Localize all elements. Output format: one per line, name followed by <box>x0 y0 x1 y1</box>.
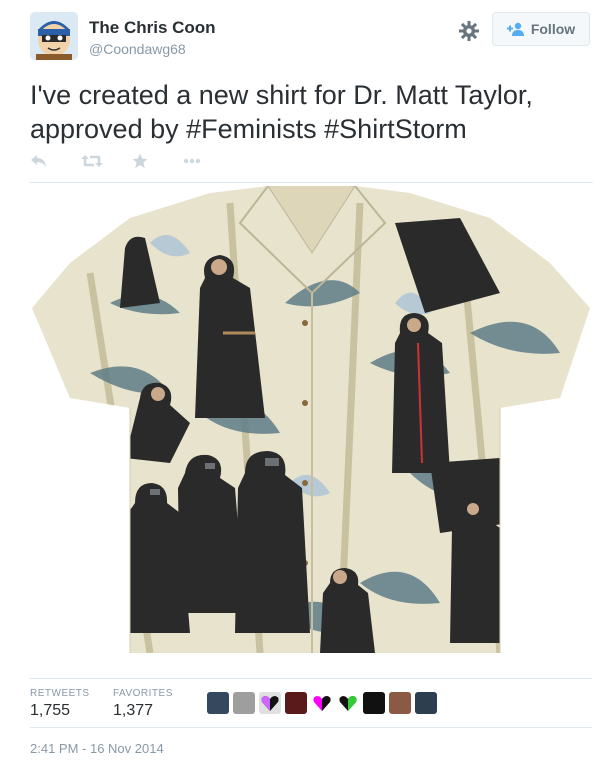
favorites-count: 1,377 <box>113 702 154 719</box>
display-name[interactable]: The Chris Coon <box>89 18 216 38</box>
tweet-photo[interactable] <box>30 182 593 660</box>
follow-button[interactable]: Follow <box>492 12 590 46</box>
timestamp[interactable]: 2:41 PM - 16 Nov 2014 <box>30 741 164 756</box>
user-avatar[interactable] <box>207 692 229 714</box>
user-avatar[interactable] <box>389 692 411 714</box>
reply-icon[interactable] <box>30 150 81 172</box>
user-avatar[interactable] <box>259 692 281 714</box>
favorites-label: FAVORITES <box>113 688 173 699</box>
tweet-header: The Chris Coon @Coondawg68 Follow <box>30 12 596 62</box>
user-avatar[interactable] <box>337 692 359 714</box>
user-avatar[interactable] <box>363 692 385 714</box>
gear-icon[interactable] <box>457 19 481 43</box>
tweet-text-line2: approved by #Feminists #ShirtStorm <box>30 112 590 146</box>
user-avatar[interactable] <box>311 692 333 714</box>
retweets-stat[interactable]: RETWEETS 1,755 <box>30 688 90 720</box>
retweets-label: RETWEETS <box>30 688 90 699</box>
tweet-text: I've created a new shirt for Dr. Matt Ta… <box>30 78 590 146</box>
favorites-stat[interactable]: FAVORITES 1,377 <box>113 688 173 720</box>
favorite-icon[interactable] <box>132 150 183 172</box>
add-user-icon <box>506 22 524 36</box>
tweet-actions <box>30 150 234 172</box>
avatar[interactable] <box>30 12 78 60</box>
follow-button-label: Follow <box>530 21 576 37</box>
favoriting-users <box>207 692 437 714</box>
hashtag-feminists[interactable]: #Feminists <box>186 114 317 144</box>
user-avatar[interactable] <box>285 692 307 714</box>
tweet-stats: RETWEETS 1,755 FAVORITES 1,377 <box>30 678 592 728</box>
tweet-text-prefix: approved by <box>30 114 187 144</box>
user-avatar[interactable] <box>415 692 437 714</box>
hashtag-shirtstorm[interactable]: #ShirtStorm <box>324 114 467 144</box>
more-icon[interactable] <box>183 150 234 172</box>
retweets-count: 1,755 <box>30 702 71 719</box>
user-avatar[interactable] <box>233 692 255 714</box>
screen-name[interactable]: @Coondawg68 <box>89 41 186 57</box>
retweet-icon[interactable] <box>81 150 132 172</box>
tweet-text-line1: I've created a new shirt for Dr. Matt Ta… <box>30 80 533 110</box>
